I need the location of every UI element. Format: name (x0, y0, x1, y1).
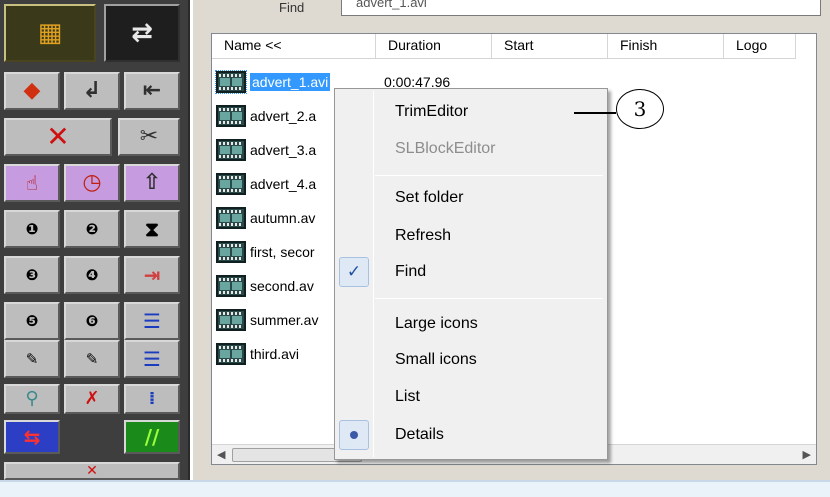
file-row[interactable]: advert_2.a (216, 102, 316, 130)
find-input[interactable]: advert_1.avi (341, 0, 821, 16)
swap-red-blue-icon[interactable]: ⇆ (4, 420, 60, 454)
column-header-duration[interactable]: Duration (376, 34, 492, 59)
video-file-icon (216, 275, 246, 297)
file-name: first, secor (250, 244, 315, 260)
video-file-icon (216, 207, 246, 229)
film-strip-icon[interactable]: ▦ (4, 4, 96, 62)
list-align-icon[interactable]: ⁞ (124, 384, 180, 414)
list-sort-down-icon[interactable]: ☰ (124, 302, 180, 340)
slash-icon[interactable]: // (124, 420, 180, 454)
camera-2-icon[interactable]: ❷ (64, 210, 120, 248)
video-file-icon (216, 241, 246, 263)
menu-item-refresh[interactable]: Refresh (395, 227, 451, 245)
file-row[interactable]: third.avi (216, 340, 299, 368)
column-header-start[interactable]: Start (492, 34, 608, 59)
camera-1-icon[interactable]: ❶ (4, 210, 60, 248)
menu-separator (375, 298, 603, 299)
hourglass-icon[interactable]: ⧗ (124, 210, 180, 248)
camera-6-icon[interactable]: ❻ (64, 302, 120, 340)
menu-item-slblockeditor: SLBlockEditor (395, 140, 496, 157)
video-file-icon (216, 343, 246, 365)
file-name: third.avi (250, 346, 300, 362)
previous-icon[interactable]: ⇤ (124, 72, 180, 110)
menu-item-trimeditor[interactable]: TrimEditor (395, 103, 468, 121)
file-name: advert_4.a (250, 176, 317, 192)
file-name: second.av (250, 278, 314, 294)
callout-leader-line (574, 112, 616, 114)
menu-separator (375, 175, 603, 176)
scissors-icon[interactable]: ✂ (118, 118, 180, 156)
bottom-strip (0, 480, 830, 497)
menu-gutter (373, 91, 374, 457)
menu-item-find[interactable]: Find (395, 263, 426, 281)
file-row[interactable]: advert_4.a (216, 170, 316, 198)
menu-item-details[interactable]: Details (395, 426, 444, 444)
arrow-up-icon[interactable]: ⇧ (124, 164, 180, 202)
file-row[interactable]: advert_3.a (216, 136, 316, 164)
column-header-name[interactable]: Name << (212, 34, 376, 59)
video-file-icon (215, 70, 247, 94)
file-row[interactable]: advert_1.avi 0:00:47.96 (215, 68, 450, 96)
video-file-icon (216, 105, 246, 127)
video-file-icon (216, 139, 246, 161)
enter-icon[interactable]: ↲ (64, 72, 120, 110)
toolbar-partial-button[interactable]: ✕ (4, 462, 180, 480)
camera-4-icon[interactable]: ❹ (64, 256, 120, 294)
radio-bullet-icon (339, 420, 369, 450)
find-label: Find (279, 0, 305, 14)
checkmark-icon: ✓ (339, 257, 369, 287)
swap-arrows-icon[interactable]: ⇄ (104, 4, 180, 62)
toolbar: ▦ ⇄ ◆ ↲ ⇤ ✕ ✂ ☝ ◷ ⇧ ❶ ❷ ⧗ ❸ ❹ ⇥ ❺ ❻ ☰ ✎ … (0, 0, 190, 480)
file-name: autumn.av (250, 210, 316, 226)
microphone-off-icon[interactable]: ✗ (64, 384, 120, 414)
edit-1-icon[interactable]: ✎ (4, 340, 60, 378)
arrow-left-icon[interactable]: ◆ (4, 72, 60, 110)
file-name: advert_1.avi (250, 73, 331, 91)
menu-item-small-icons[interactable]: Small icons (395, 351, 477, 369)
list-header: Name << Duration Start Finish Logo (212, 34, 816, 59)
file-name: summer.av (250, 312, 319, 328)
column-header-logo[interactable]: Logo (724, 34, 796, 59)
scroll-right-icon[interactable]: ▶ (803, 448, 811, 461)
camera-5-icon[interactable]: ❺ (4, 302, 60, 340)
camera-3-icon[interactable]: ❸ (4, 256, 60, 294)
video-file-icon (216, 309, 246, 331)
scroll-left-icon[interactable]: ◀ (217, 448, 225, 461)
file-name: advert_3.a (250, 142, 317, 158)
file-row[interactable]: first, secor (216, 238, 315, 266)
menu-item-set-folder[interactable]: Set folder (395, 189, 463, 207)
delete-icon[interactable]: ✕ (4, 118, 112, 156)
insert-icon[interactable]: ⇥ (124, 256, 180, 294)
context-menu: TrimEditor SLBlockEditor Set folder Refr… (334, 88, 608, 460)
menu-item-list[interactable]: List (395, 388, 420, 406)
microphone-icon[interactable]: ⚲ (4, 384, 60, 414)
clock-icon[interactable]: ◷ (64, 164, 120, 202)
file-row[interactable]: autumn.av (216, 204, 315, 232)
list-sort-up-icon[interactable]: ☰ (124, 340, 180, 378)
menu-item-large-icons[interactable]: Large icons (395, 315, 478, 333)
edit-2-icon[interactable]: ✎ (64, 340, 120, 378)
file-name: advert_2.a (250, 108, 317, 124)
file-row[interactable]: summer.av (216, 306, 318, 334)
column-header-finish[interactable]: Finish (608, 34, 724, 59)
callout-number: 3 (616, 89, 664, 129)
file-row[interactable]: second.av (216, 272, 314, 300)
video-file-icon (216, 173, 246, 195)
hand-pointer-icon[interactable]: ☝ (4, 164, 60, 202)
